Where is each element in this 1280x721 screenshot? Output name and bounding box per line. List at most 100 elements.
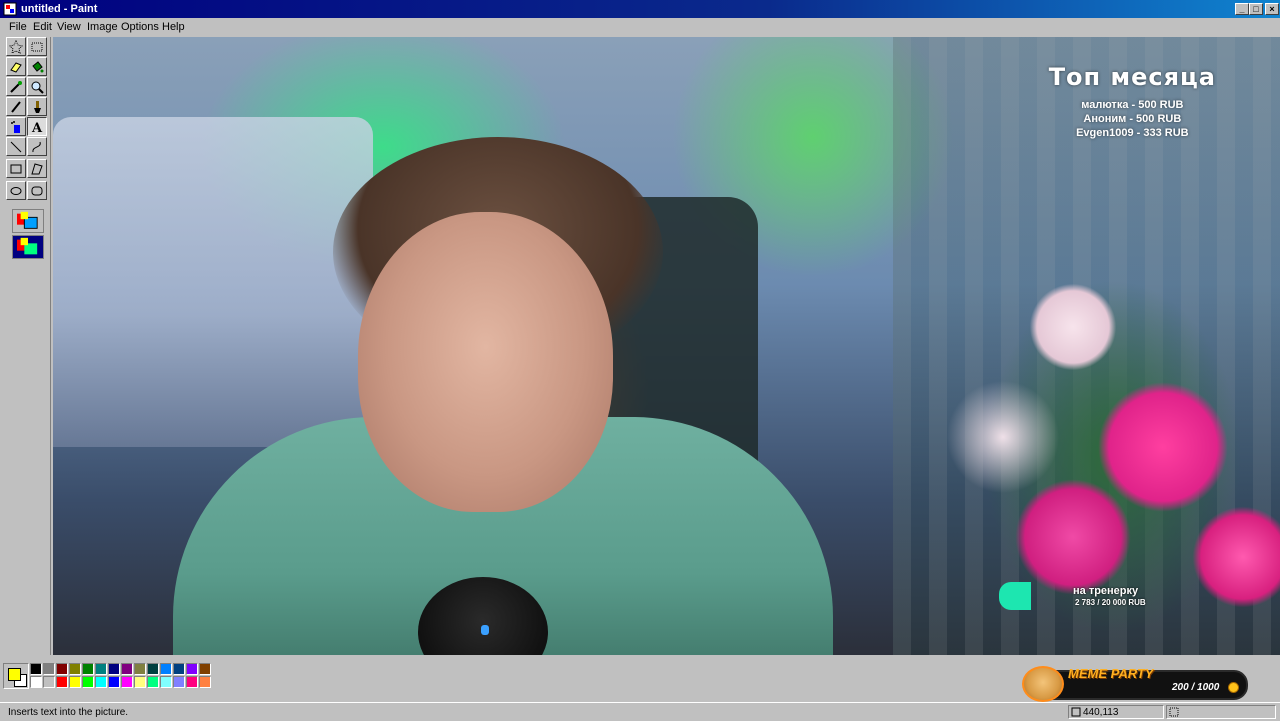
top-donor-2: Аноним - 500 RUB: [1083, 113, 1182, 125]
ellipse-tool[interactable]: [6, 181, 26, 200]
cursor-position-icon: [1071, 707, 1081, 717]
color-swatch[interactable]: [121, 676, 133, 688]
ellipse-icon: [10, 186, 22, 195]
microphone-led: [481, 625, 489, 635]
tool-box: A: [2, 37, 51, 655]
svg-text:A: A: [31, 121, 43, 134]
color-swatch[interactable]: [43, 663, 55, 675]
top-donors-overlay: Топ месяца малютка - 500 RUB Аноним - 50…: [1049, 63, 1216, 139]
foreground-color[interactable]: [8, 668, 21, 681]
minimize-button[interactable]: _: [1235, 3, 1249, 15]
goal-progress-fill: [999, 582, 1031, 610]
opaque-shapes-icon: [17, 211, 38, 229]
menu-edit[interactable]: Edit: [33, 21, 52, 33]
color-swatch[interactable]: [121, 663, 133, 675]
menu-help[interactable]: Help: [162, 21, 185, 33]
status-bar: Inserts text into the picture. 440,113: [0, 702, 1280, 721]
window-title: untitled - Paint: [21, 3, 98, 15]
polygon-tool[interactable]: [27, 159, 47, 178]
rectangle-icon: [10, 164, 22, 173]
color-swatch[interactable]: [199, 676, 211, 688]
pencil-icon: [11, 100, 21, 113]
rect-select-icon: [31, 42, 43, 51]
magnifier-tool[interactable]: [27, 77, 47, 96]
free-select-tool[interactable]: [6, 37, 26, 56]
drawing-canvas[interactable]: Топ месяца малютка - 500 RUB Аноним - 50…: [53, 37, 1280, 655]
color-swatch[interactable]: [186, 663, 198, 675]
opaque-background-option[interactable]: [12, 209, 44, 233]
menu-bar: File Edit View Image Options Help: [0, 18, 1280, 36]
color-swatch[interactable]: [199, 663, 211, 675]
color-swatch[interactable]: [95, 676, 107, 688]
menu-view[interactable]: View: [57, 21, 81, 33]
paint-app-icon: [3, 2, 17, 16]
color-swatch[interactable]: [173, 663, 185, 675]
star-select-icon: [9, 39, 23, 54]
selection-size-panel: [1166, 705, 1276, 719]
color-swatch[interactable]: [82, 676, 94, 688]
rectangle-tool[interactable]: [6, 159, 26, 178]
color-swatch[interactable]: [147, 676, 159, 688]
color-swatch[interactable]: [30, 676, 42, 688]
current-colors[interactable]: [3, 663, 29, 689]
fill-tool[interactable]: [27, 57, 47, 76]
color-swatch[interactable]: [69, 663, 81, 675]
eraser-tool[interactable]: [6, 57, 26, 76]
pencil-tool[interactable]: [6, 97, 26, 116]
curve-tool[interactable]: [27, 137, 47, 156]
color-swatch[interactable]: [134, 663, 146, 675]
color-swatch[interactable]: [134, 676, 146, 688]
top-donor-3: Evgen1009 - 333 RUB: [1076, 127, 1189, 139]
line-tool[interactable]: [6, 137, 26, 156]
goal-label: на тренерку: [1073, 585, 1139, 597]
curve-icon: [32, 141, 41, 152]
color-swatch[interactable]: [108, 663, 120, 675]
color-swatch[interactable]: [108, 676, 120, 688]
transparent-background-option[interactable]: [12, 235, 44, 259]
color-swatch[interactable]: [147, 663, 159, 675]
airbrush-tool[interactable]: [6, 117, 26, 136]
color-swatch[interactable]: [160, 676, 172, 688]
top-donor-1: малютка - 500 RUB: [1081, 99, 1184, 111]
rounded-rectangle-tool[interactable]: [27, 181, 47, 200]
color-swatch[interactable]: [160, 663, 172, 675]
meme-party-title: MEME PARTY: [1068, 666, 1154, 681]
goal-value: 2 783 / 20 000 RUB: [1075, 598, 1146, 607]
status-hint: Inserts text into the picture.: [8, 707, 129, 718]
eyedropper-icon: [10, 80, 22, 93]
color-swatch[interactable]: [69, 676, 81, 688]
menu-options[interactable]: Options: [121, 21, 159, 33]
color-swatch[interactable]: [95, 663, 107, 675]
menu-image[interactable]: Image: [87, 21, 118, 33]
color-swatch[interactable]: [56, 663, 68, 675]
magnifier-icon: [31, 81, 44, 94]
sofa-shape: [53, 117, 373, 447]
brush-tool[interactable]: [27, 97, 47, 116]
polygon-icon: [31, 162, 43, 174]
menu-file[interactable]: File: [9, 21, 27, 33]
doge-icon: [1022, 666, 1064, 702]
transparent-shapes-icon: [17, 237, 38, 255]
select-tool[interactable]: [27, 37, 47, 56]
selection-size-icon: [1169, 707, 1179, 717]
color-swatch[interactable]: [30, 663, 42, 675]
airbrush-icon: [11, 120, 20, 133]
color-swatch[interactable]: [186, 676, 198, 688]
picker-tool[interactable]: [6, 77, 26, 96]
donation-goal-widget: на тренерку 2 783 / 20 000 RUB: [999, 578, 1209, 612]
rounded-rectangle-icon: [31, 186, 43, 195]
color-swatch[interactable]: [56, 676, 68, 688]
text-tool[interactable]: A: [27, 117, 47, 136]
maximize-button[interactable]: □: [1249, 3, 1263, 15]
text-a-icon: A: [31, 121, 43, 134]
color-swatch[interactable]: [173, 676, 185, 688]
eraser-icon: [10, 61, 22, 73]
cursor-coordinates-panel: 440,113: [1068, 705, 1164, 719]
close-button[interactable]: ×: [1265, 3, 1279, 15]
paint-bucket-icon: [32, 60, 44, 72]
meme-party-count: 200 / 1000: [1172, 682, 1220, 693]
color-swatch[interactable]: [82, 663, 94, 675]
coin-icon: [1228, 682, 1239, 693]
color-swatch[interactable]: [43, 676, 55, 688]
top-donors-heading: Топ месяца: [1048, 63, 1216, 91]
